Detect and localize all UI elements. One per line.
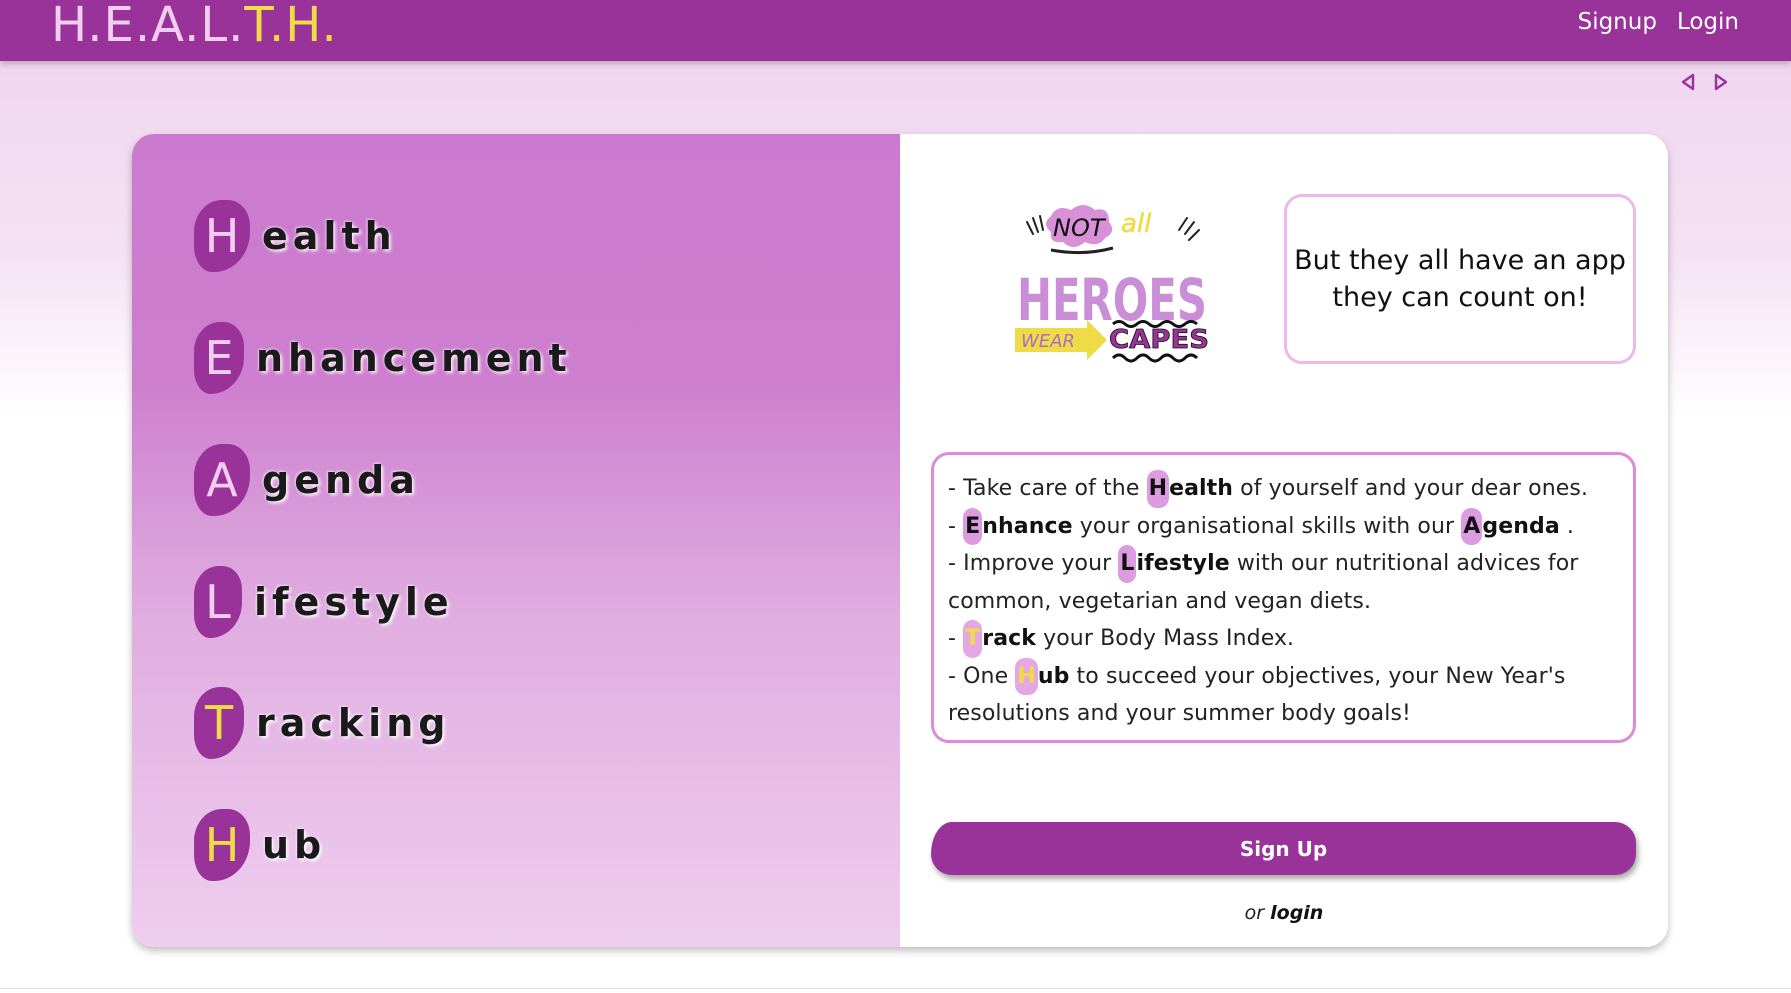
acronym-row-enhancement: E nhancement <box>194 322 572 394</box>
heroes-capes-text: CAPES <box>1109 325 1209 355</box>
brand-text-part2: T.H. <box>244 0 338 53</box>
feature-item: - Enhance your organisational skills wit… <box>948 507 1619 545</box>
acronym-word: ifestyle <box>254 580 454 624</box>
heroes-not-text: NOT <box>1053 214 1107 242</box>
acronym-row-hub: H ub <box>194 809 326 881</box>
or-label: or <box>1244 902 1265 924</box>
acronym-letter: L <box>194 566 242 638</box>
acronym-panel: H ealth E nhancement A genda L ifestyle … <box>132 134 900 947</box>
brand-logo[interactable]: H.E.A.L.T.H. <box>51 0 338 50</box>
acronym-letter: A <box>194 444 250 516</box>
feature-item: - Track your Body Mass Index. <box>948 620 1619 658</box>
page-bottom-divider <box>0 988 1791 989</box>
nav-signup-link[interactable]: Signup <box>1578 9 1657 35</box>
acronym-word: nhancement <box>256 336 572 380</box>
nav-login-link[interactable]: Login <box>1677 9 1739 35</box>
acronym-letter: H <box>194 200 250 272</box>
acronym-word: genda <box>262 458 420 502</box>
heroes-all-text: all <box>1121 209 1152 239</box>
signup-button[interactable]: Sign Up <box>931 822 1636 875</box>
features-list: - Take care of the Health of yourself an… <box>931 452 1636 743</box>
acronym-row-lifestyle: L ifestyle <box>194 566 454 638</box>
acronym-word: ub <box>262 823 327 867</box>
acronym-letter: E <box>194 322 244 394</box>
slogan-box: But they all have an app they can count … <box>1284 194 1636 364</box>
or-login-text: or login <box>900 902 1668 924</box>
acronym-row-health: H ealth <box>194 200 397 272</box>
acronym-letter: H <box>194 809 250 881</box>
acronym-row-agenda: A genda <box>194 444 420 516</box>
previous-arrow-icon[interactable] <box>1678 72 1698 92</box>
brand-text-part1: H.E.A.L. <box>51 0 245 53</box>
info-panel: NOT all HEROES WEAR CAPES But they all h… <box>900 134 1668 947</box>
heroes-wear-text: WEAR <box>1021 331 1075 352</box>
slogan-text: But they all have an app they can count … <box>1294 245 1626 313</box>
nav-links: Signup Login <box>1578 9 1739 35</box>
acronym-word: ealth <box>262 214 397 258</box>
next-arrow-icon[interactable] <box>1711 72 1731 92</box>
feature-item: - One Hub to succeed your objectives, yo… <box>948 657 1619 733</box>
heroes-illustration: NOT all HEROES WEAR CAPES <box>1015 205 1209 363</box>
login-link[interactable]: login <box>1270 902 1323 924</box>
feature-item: - Improve your Lifestyle with our nutrit… <box>948 545 1619 620</box>
top-navbar: H.E.A.L.T.H. Signup Login <box>0 0 1791 61</box>
main-card: H ealth E nhancement A genda L ifestyle … <box>132 134 1668 947</box>
acronym-row-tracking: T racking <box>194 687 450 759</box>
acronym-letter: T <box>194 687 244 759</box>
acronym-word: racking <box>256 701 451 745</box>
carousel-controls <box>1678 72 1731 92</box>
feature-item: - Take care of the Health of yourself an… <box>948 470 1619 508</box>
heroes-main-text: HEROES <box>1017 266 1207 334</box>
